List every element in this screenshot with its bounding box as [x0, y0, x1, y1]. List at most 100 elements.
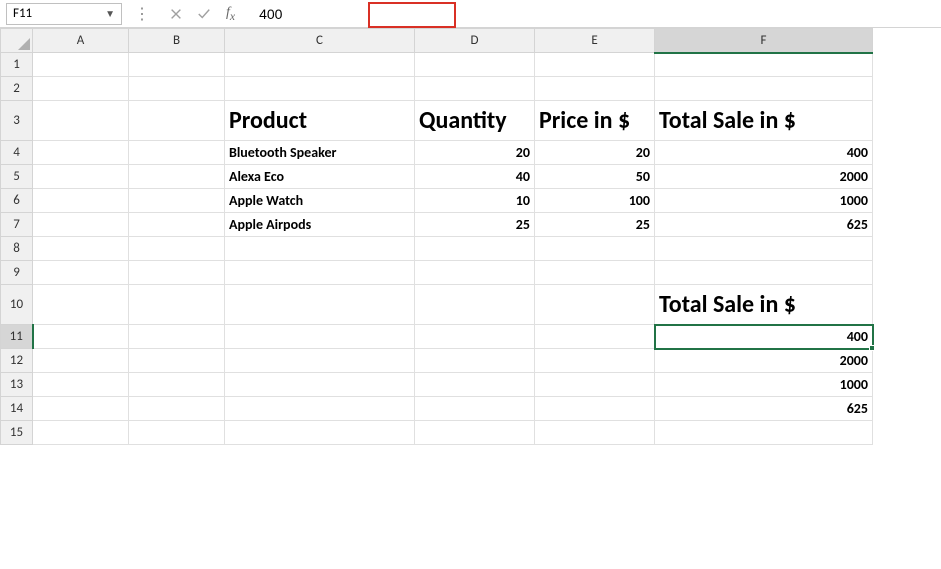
cell[interactable]	[33, 397, 129, 421]
cell[interactable]	[225, 53, 415, 77]
row-header-11[interactable]: 11	[1, 325, 33, 349]
product-name[interactable]: Apple Airpods	[225, 213, 415, 237]
cell[interactable]	[225, 349, 415, 373]
row-header-7[interactable]: 7	[1, 213, 33, 237]
cell[interactable]	[33, 261, 129, 285]
cell[interactable]	[225, 373, 415, 397]
cell[interactable]	[225, 397, 415, 421]
cell[interactable]	[535, 373, 655, 397]
cell[interactable]	[33, 325, 129, 349]
cell[interactable]	[33, 285, 129, 325]
cell[interactable]	[655, 77, 873, 101]
cell[interactable]	[129, 165, 225, 189]
selected-cell[interactable]: 400	[655, 325, 873, 349]
cell[interactable]	[415, 237, 535, 261]
product-name[interactable]: Bluetooth Speaker	[225, 141, 415, 165]
product-total[interactable]: 400	[655, 141, 873, 165]
col-header-e[interactable]: E	[535, 29, 655, 53]
cell[interactable]	[415, 261, 535, 285]
col-header-d[interactable]: D	[415, 29, 535, 53]
row-header-13[interactable]: 13	[1, 373, 33, 397]
cell[interactable]	[129, 101, 225, 141]
fx-icon[interactable]: fx	[218, 5, 243, 23]
cell[interactable]	[129, 397, 225, 421]
row-header-2[interactable]: 2	[1, 77, 33, 101]
product-name[interactable]: Apple Watch	[225, 189, 415, 213]
cell[interactable]	[415, 53, 535, 77]
cell[interactable]	[129, 325, 225, 349]
cell[interactable]	[225, 325, 415, 349]
row-header-1[interactable]: 1	[1, 53, 33, 77]
cell[interactable]	[33, 189, 129, 213]
row-header-6[interactable]: 6	[1, 189, 33, 213]
product-price[interactable]: 25	[535, 213, 655, 237]
cell[interactable]	[535, 77, 655, 101]
cell[interactable]	[33, 101, 129, 141]
cell[interactable]	[33, 165, 129, 189]
cell[interactable]	[225, 285, 415, 325]
header-quantity[interactable]: Quantity	[415, 101, 535, 141]
cell[interactable]	[129, 141, 225, 165]
header-price[interactable]: Price in $	[535, 101, 655, 141]
total2-value[interactable]: 1000	[655, 373, 873, 397]
header-product[interactable]: Product	[225, 101, 415, 141]
cell[interactable]	[225, 261, 415, 285]
product-qty[interactable]: 10	[415, 189, 535, 213]
product-qty[interactable]: 20	[415, 141, 535, 165]
cell[interactable]	[129, 373, 225, 397]
cell[interactable]	[655, 237, 873, 261]
cell[interactable]	[655, 53, 873, 77]
product-total[interactable]: 625	[655, 213, 873, 237]
cell[interactable]	[33, 141, 129, 165]
cell[interactable]	[535, 237, 655, 261]
row-header-5[interactable]: 5	[1, 165, 33, 189]
cell[interactable]	[33, 421, 129, 445]
cell[interactable]	[415, 325, 535, 349]
header-total2[interactable]: Total Sale in $	[655, 285, 873, 325]
row-header-8[interactable]: 8	[1, 237, 33, 261]
cell[interactable]	[129, 285, 225, 325]
enter-button[interactable]	[190, 0, 218, 27]
row-header-12[interactable]: 12	[1, 349, 33, 373]
cell[interactable]	[129, 421, 225, 445]
cell[interactable]	[33, 349, 129, 373]
product-price[interactable]: 100	[535, 189, 655, 213]
cancel-button[interactable]	[162, 0, 190, 27]
col-header-a[interactable]: A	[33, 29, 129, 53]
cell[interactable]	[33, 77, 129, 101]
col-header-c[interactable]: C	[225, 29, 415, 53]
row-header-3[interactable]: 3	[1, 101, 33, 141]
header-total[interactable]: Total Sale in $	[655, 101, 873, 141]
cell[interactable]	[535, 285, 655, 325]
row-header-14[interactable]: 14	[1, 397, 33, 421]
cell[interactable]	[535, 421, 655, 445]
cell[interactable]	[535, 349, 655, 373]
cell[interactable]	[129, 349, 225, 373]
cell[interactable]	[129, 53, 225, 77]
spreadsheet[interactable]: A B C D E F 1 2 3 Product Quantity Price…	[0, 28, 941, 445]
cell[interactable]	[129, 261, 225, 285]
cell[interactable]	[33, 237, 129, 261]
row-header-4[interactable]: 4	[1, 141, 33, 165]
row-header-9[interactable]: 9	[1, 261, 33, 285]
product-price[interactable]: 50	[535, 165, 655, 189]
cell[interactable]	[129, 77, 225, 101]
cell[interactable]	[129, 189, 225, 213]
cell[interactable]	[415, 285, 535, 325]
cell[interactable]	[415, 373, 535, 397]
cell[interactable]	[535, 397, 655, 421]
total2-value[interactable]: 2000	[655, 349, 873, 373]
name-box[interactable]: F11 ▼	[6, 3, 122, 25]
product-qty[interactable]: 25	[415, 213, 535, 237]
cell[interactable]	[225, 237, 415, 261]
cell[interactable]	[415, 397, 535, 421]
col-header-f[interactable]: F	[655, 29, 873, 53]
cell[interactable]	[129, 237, 225, 261]
cell[interactable]	[415, 77, 535, 101]
cell[interactable]	[535, 261, 655, 285]
row-header-10[interactable]: 10	[1, 285, 33, 325]
product-total[interactable]: 1000	[655, 189, 873, 213]
chevron-down-icon[interactable]: ▼	[105, 7, 115, 20]
cell[interactable]	[655, 261, 873, 285]
cell[interactable]	[129, 213, 225, 237]
